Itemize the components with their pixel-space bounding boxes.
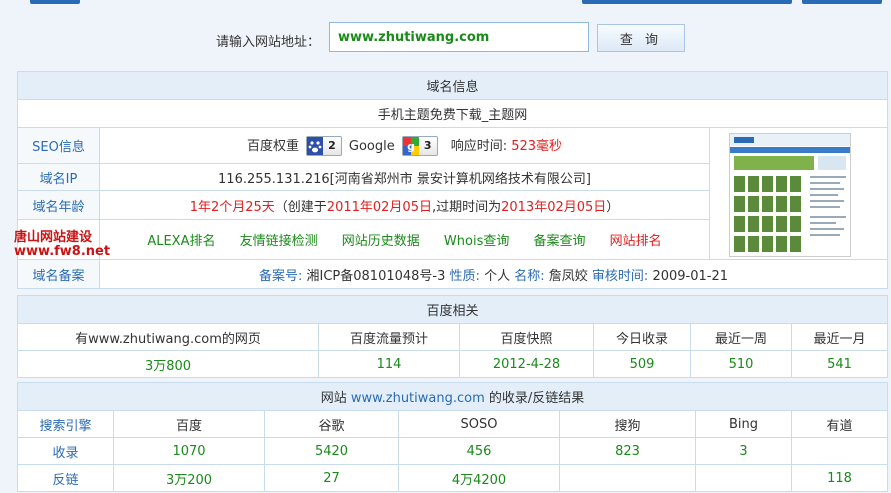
index-table: 网站 www.zhutiwang.com 的收录/反链结果 搜索引擎 百度 谷歌… (16, 382, 889, 492)
indexed-youdao[interactable] (790, 437, 889, 465)
baidu-col: 今日收录 (593, 323, 691, 351)
indexed-soso[interactable]: 456 (398, 437, 560, 465)
baidu-weight-badge[interactable]: 2 (306, 136, 342, 157)
baidu-col: 有www.zhutiwang.com的网页 (17, 323, 319, 351)
audit-date: 2009-01-21 (652, 268, 729, 284)
nav-fragment (582, 0, 792, 4)
backlinks-label: 反链 (17, 464, 114, 492)
baidu-weight-value: 2 (328, 139, 336, 153)
top-nav-strip (0, 0, 891, 8)
beian-label: 域名备案 (17, 259, 100, 289)
age-detail: ） (606, 199, 620, 215)
paw-icon (307, 137, 324, 156)
beian-info: 备案号: 湘ICP备08101048号-3 性质: 个人 名称: 詹凤姣 审核时… (99, 259, 888, 289)
google-icon: g (402, 137, 419, 156)
engine-col: Bing (695, 410, 792, 438)
name-value: 詹凤姣 (548, 268, 588, 284)
baidu-col: 百度快照 (459, 323, 594, 351)
baidu-table: 百度相关 有www.zhutiwang.com的网页 百度流量预计 百度快照 今… (16, 295, 889, 378)
baidu-traffic-value: 114 (318, 350, 460, 378)
ip-label: 域名IP (17, 163, 100, 191)
link-rank[interactable]: 网站排名 (610, 234, 662, 249)
indexed-sogou[interactable]: 823 (559, 437, 696, 465)
link-beian[interactable]: 备案查询 (534, 234, 586, 249)
audit-label: 审核时间: (591, 268, 649, 284)
backlinks-baidu[interactable]: 3万200 (113, 464, 265, 492)
age-detail: ,过期时间为 (431, 199, 502, 215)
link-whois[interactable]: Whois查询 (444, 234, 509, 249)
link-friend-links[interactable]: 友情链接检测 (240, 234, 318, 249)
watermark-line1: 唐山网站建设 (14, 230, 93, 245)
search-bar: 请输入网站地址： 查 询 (0, 22, 891, 56)
site-screenshot-thumbnail[interactable] (729, 133, 851, 257)
age-label: 域名年龄 (17, 190, 100, 220)
age-info: 1年2个月25天（创建于2011年02月05日,过期时间为2013年02月05日… (99, 190, 710, 220)
engine-col: 搜狗 (559, 410, 696, 438)
backlinks-google[interactable]: 27 (264, 464, 399, 492)
watermark: 唐山网站建设 www.fw8.net (14, 231, 114, 259)
query-button[interactable]: 查 询 (597, 24, 685, 52)
domain-info-header: 域名信息 (17, 71, 888, 100)
nature-label: 性质: (449, 268, 480, 284)
engine-col: 百度 (113, 410, 265, 438)
baidu-col: 百度流量预计 (318, 323, 460, 351)
age-detail: （创建于 (274, 199, 327, 215)
url-input[interactable] (329, 22, 589, 52)
index-header-suffix: 的收录/反链结果 (488, 391, 585, 406)
baidu-col: 最近一月 (790, 323, 889, 351)
baidu-header: 百度相关 (16, 295, 889, 324)
baidu-weight-label: 百度权重 (246, 138, 299, 154)
ip-value: 116.255.131.216[河南省郑州市 景安计算机网络技术有限公司] (99, 163, 710, 191)
google-pr-badge[interactable]: g3 (401, 136, 438, 157)
indexed-google[interactable]: 5420 (264, 437, 399, 465)
google-label: Google (348, 138, 395, 154)
search-label: 请输入网站地址： (216, 35, 321, 50)
svg-text:g: g (407, 140, 415, 153)
baidu-snapshot-value[interactable]: 2012-4-28 (459, 350, 594, 378)
beian-no-label: 备案号: (258, 268, 303, 284)
site-title: 手机主题免费下载_主题网 (17, 99, 888, 128)
engine-col: SOSO (398, 410, 560, 438)
baidu-pages-value[interactable]: 3万800 (17, 350, 319, 378)
seo-info: 百度权重 2 Google g3 响应时间: 523毫秒 (99, 127, 710, 164)
indexed-baidu[interactable]: 1070 (113, 437, 265, 465)
link-alexa[interactable]: ALEXA排名 (147, 234, 215, 249)
index-header-domain[interactable]: www.zhutiwang.com (351, 391, 485, 406)
backlinks-youdao[interactable]: 118 (790, 464, 889, 492)
baidu-today-value: 509 (593, 350, 691, 378)
expire-date: 2013年02月05日 (501, 199, 607, 215)
indexed-bing[interactable]: 3 (695, 437, 792, 465)
link-history[interactable]: 网站历史数据 (342, 234, 420, 249)
response-label: 响应时间: (450, 138, 508, 154)
seo-label: SEO信息 (17, 127, 100, 164)
watermark-line2: www.fw8.net (14, 244, 111, 259)
name-label: 名称: (514, 268, 545, 284)
nature-value: 个人 (484, 268, 511, 284)
beian-no: 湘ICP备08101048号-3 (306, 268, 446, 284)
engine-col: 有道 (790, 410, 889, 438)
quick-links: ALEXA排名 友情链接检测 网站历史数据 Whois查询 备案查询 网站排名 (99, 219, 710, 260)
nav-fragment (30, 0, 80, 4)
baidu-col: 最近一周 (690, 323, 792, 351)
index-header-prefix: 网站 (320, 391, 347, 406)
age-value: 1年2个月25天 (189, 199, 275, 215)
engine-col: 谷歌 (264, 410, 399, 438)
indexed-label: 收录 (17, 437, 114, 465)
engine-col: 搜索引擎 (17, 410, 114, 438)
google-pr-value: 3 (423, 139, 432, 153)
index-header: 网站 www.zhutiwang.com 的收录/反链结果 (16, 382, 889, 411)
backlinks-sogou[interactable] (559, 464, 696, 492)
created-date: 2011年02月05日 (326, 199, 432, 215)
nav-fragment (802, 0, 882, 4)
baidu-week-value: 510 (690, 350, 792, 378)
backlinks-bing[interactable] (695, 464, 792, 492)
baidu-month-value: 541 (790, 350, 889, 378)
backlinks-soso[interactable]: 4万4200 (398, 464, 560, 492)
response-value: 523毫秒 (511, 138, 563, 154)
